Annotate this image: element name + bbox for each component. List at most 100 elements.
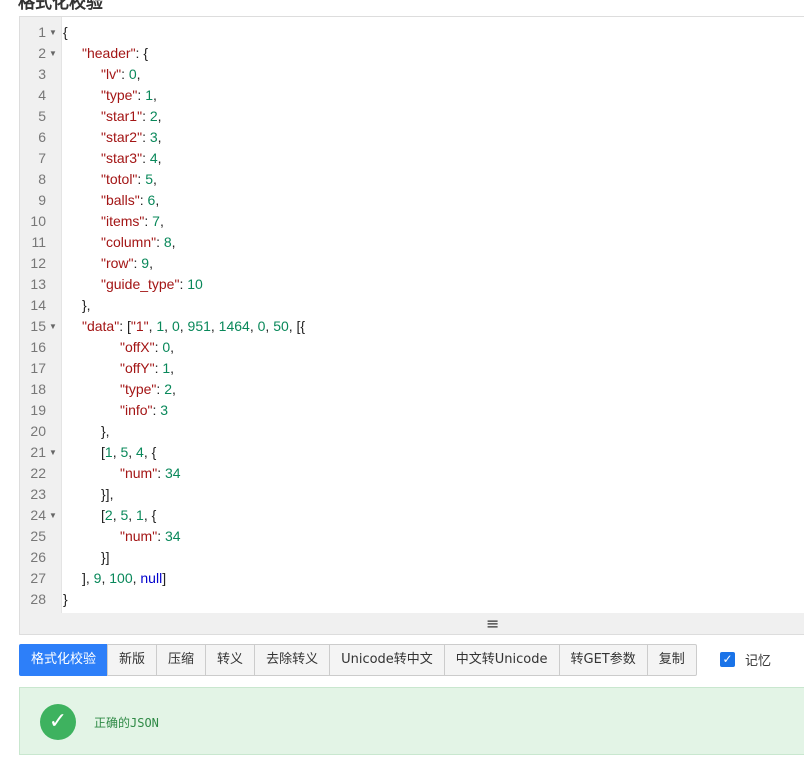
code-text: "num": 34 xyxy=(120,526,181,547)
line-number: 15 xyxy=(30,318,46,334)
json-number: 34 xyxy=(164,528,181,544)
unescape-button[interactable]: 去除转义 xyxy=(254,644,331,676)
line-number: 7 xyxy=(38,150,46,166)
json-number: 50 xyxy=(273,318,289,334)
json-number: 34 xyxy=(164,465,181,481)
editor-resize-handle[interactable]: ≡ xyxy=(19,613,804,635)
fold-arrow-icon[interactable]: ▼ xyxy=(49,316,57,337)
code-text: "info": 3 xyxy=(120,400,168,421)
json-punctuation: , xyxy=(152,87,157,103)
code-text: "balls": 6, xyxy=(101,190,159,211)
json-punctuation: , xyxy=(249,318,258,334)
json-punctuation: , xyxy=(157,129,162,145)
json-key: "totol" xyxy=(101,171,138,187)
format-validate-button[interactable]: 格式化校验 xyxy=(19,644,109,676)
code-text: }], xyxy=(101,484,113,505)
fold-arrow-icon[interactable]: ▼ xyxy=(49,442,57,463)
code-line: 10 "items": 7, xyxy=(20,211,804,232)
json-editor[interactable]: 1 ▼{2 ▼ "header": {3 "lv": 0, 4 "type": 1, 5 "st… xyxy=(19,16,804,614)
code-text: }, xyxy=(101,421,110,442)
line-number: 1 xyxy=(38,24,46,40)
fold-arrow-icon[interactable]: ▼ xyxy=(49,43,57,64)
code-line: 12 "row": 9, xyxy=(20,253,804,274)
code-text: "items": 7, xyxy=(101,211,164,232)
remember-option[interactable]: ✓ 记忆 xyxy=(720,650,771,669)
code-text: ], 9, 100, null] xyxy=(82,568,166,589)
fold-arrow-icon[interactable]: ▼ xyxy=(49,22,57,43)
code-text: "type": 2, xyxy=(120,379,176,400)
line-number: 5 xyxy=(38,108,46,124)
json-key: "items" xyxy=(101,213,145,229)
json-punctuation: : xyxy=(144,213,153,229)
chinese-to-unicode-button[interactable]: 中文转Unicode xyxy=(443,644,560,676)
json-number: 1 xyxy=(145,87,153,103)
line-number: 22 xyxy=(30,465,46,481)
json-number: 5 xyxy=(145,171,153,187)
json-punctuation: , xyxy=(128,444,137,460)
copy-button[interactable]: 复制 xyxy=(646,644,697,676)
line-number: 13 xyxy=(30,276,46,292)
code-text: "totol": 5, xyxy=(101,169,157,190)
code-text: "num": 34 xyxy=(120,463,181,484)
json-punctuation: : xyxy=(157,465,165,481)
line-number: 17 xyxy=(30,360,46,376)
json-punctuation: : xyxy=(121,66,129,82)
fold-arrow-icon[interactable]: ▼ xyxy=(49,505,57,526)
json-key: "offX" xyxy=(120,339,155,355)
json-key: "star1" xyxy=(101,108,143,124)
json-punctuation: , xyxy=(136,66,141,82)
code-line: 14}, xyxy=(20,295,804,316)
json-punctuation: : xyxy=(139,192,148,208)
validation-result: ✓ 正确的JSON xyxy=(19,687,804,755)
code-line: 21 ▼ [1, 5, 4, { xyxy=(20,442,804,463)
code-area[interactable]: 1 ▼{2 ▼ "header": {3 "lv": 0, 4 "type": 1, 5 "st… xyxy=(20,22,804,610)
escape-button[interactable]: 转义 xyxy=(205,644,256,676)
new-version-button[interactable]: 新版 xyxy=(107,644,158,676)
line-number: 26 xyxy=(30,549,46,565)
json-punctuation: }, xyxy=(82,297,91,313)
remember-label: 记忆 xyxy=(745,654,772,669)
line-number: 28 xyxy=(30,591,46,607)
code-line: 26}] xyxy=(20,547,804,568)
line-number: 18 xyxy=(30,381,46,397)
code-line: 17 "offY": 1, xyxy=(20,358,804,379)
to-get-params-button[interactable]: 转GET参数 xyxy=(558,644,648,676)
code-line: 11 "column": 8, xyxy=(20,232,804,253)
json-number: 951 xyxy=(187,318,211,334)
code-line: 6 "star2": 3, xyxy=(20,127,804,148)
code-line: 3 "lv": 0, xyxy=(20,64,804,85)
remember-checkbox[interactable]: ✓ xyxy=(720,652,735,667)
code-line: 7 "star3": 4, xyxy=(20,148,804,169)
json-punctuation: , xyxy=(164,318,172,334)
json-number: 0 xyxy=(162,339,171,355)
json-number: 10 xyxy=(187,276,203,292)
code-text: "row": 9, xyxy=(101,253,153,274)
page-title: 格式化校验 xyxy=(18,0,103,13)
unicode-to-chinese-button[interactable]: Unicode转中文 xyxy=(329,644,445,676)
json-number: 2 xyxy=(104,507,113,523)
line-number: 12 xyxy=(30,255,46,271)
json-punctuation: , xyxy=(149,255,153,271)
code-line: 8 "totol": 5, xyxy=(20,169,804,190)
json-punctuation: , xyxy=(210,318,219,334)
json-punctuation: }, xyxy=(101,423,110,439)
json-punctuation: , xyxy=(157,108,162,124)
json-number: 100 xyxy=(109,570,133,586)
json-key: "type" xyxy=(120,381,157,397)
line-number: 16 xyxy=(30,339,46,355)
json-key: "guide_type" xyxy=(101,276,180,292)
json-punctuation: , { xyxy=(143,507,157,523)
code-line: 18 "type": 2, xyxy=(20,379,804,400)
code-text: "star1": 2, xyxy=(101,106,162,127)
line-number: 19 xyxy=(30,402,46,418)
json-punctuation: , xyxy=(155,192,160,208)
compress-button[interactable]: 压缩 xyxy=(156,644,207,676)
code-line: 25 "num": 34 xyxy=(20,526,804,547)
json-null: null xyxy=(140,570,163,586)
json-key: "star2" xyxy=(101,129,143,145)
json-punctuation: : [ xyxy=(119,318,131,334)
json-key: "1" xyxy=(130,318,149,334)
code-line: 27], 9, 100, null] xyxy=(20,568,804,589)
line-number: 6 xyxy=(38,129,46,145)
code-line: 19 "info": 3 xyxy=(20,400,804,421)
